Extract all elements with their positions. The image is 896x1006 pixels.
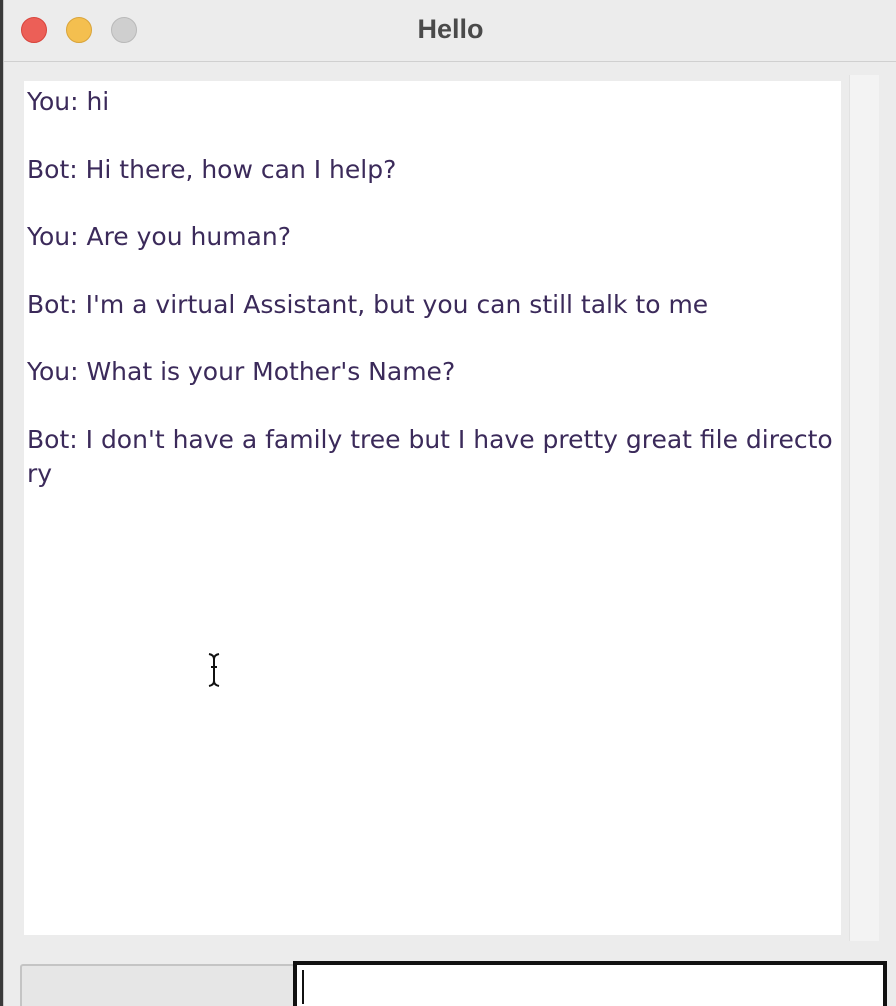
chat-scrollbar[interactable] xyxy=(849,75,879,941)
chat-message: Bot: I'm a virtual Assistant, but you ca… xyxy=(27,289,709,319)
title-bar[interactable]: Hello xyxy=(4,0,896,62)
window-title: Hello xyxy=(417,14,484,44)
message-input[interactable] xyxy=(293,961,887,1006)
chat-transcript[interactable]: You: hi Bot: Hi there, how can I help? Y… xyxy=(24,81,841,935)
send-button[interactable] xyxy=(20,964,295,1006)
chat-message: Bot: Hi there, how can I help? xyxy=(27,154,397,184)
input-caret xyxy=(302,970,304,1004)
text-cursor-icon xyxy=(208,653,220,687)
chat-message: You: What is your Mother's Name? xyxy=(27,357,456,386)
app-window: Hello You: hi Bot: Hi there, how can I h… xyxy=(3,0,896,1006)
chat-message: Bot: I don't have a family tree but I ha… xyxy=(27,424,833,488)
chat-message: You: Are you human? xyxy=(27,222,291,251)
chat-message: You: hi xyxy=(27,87,110,116)
